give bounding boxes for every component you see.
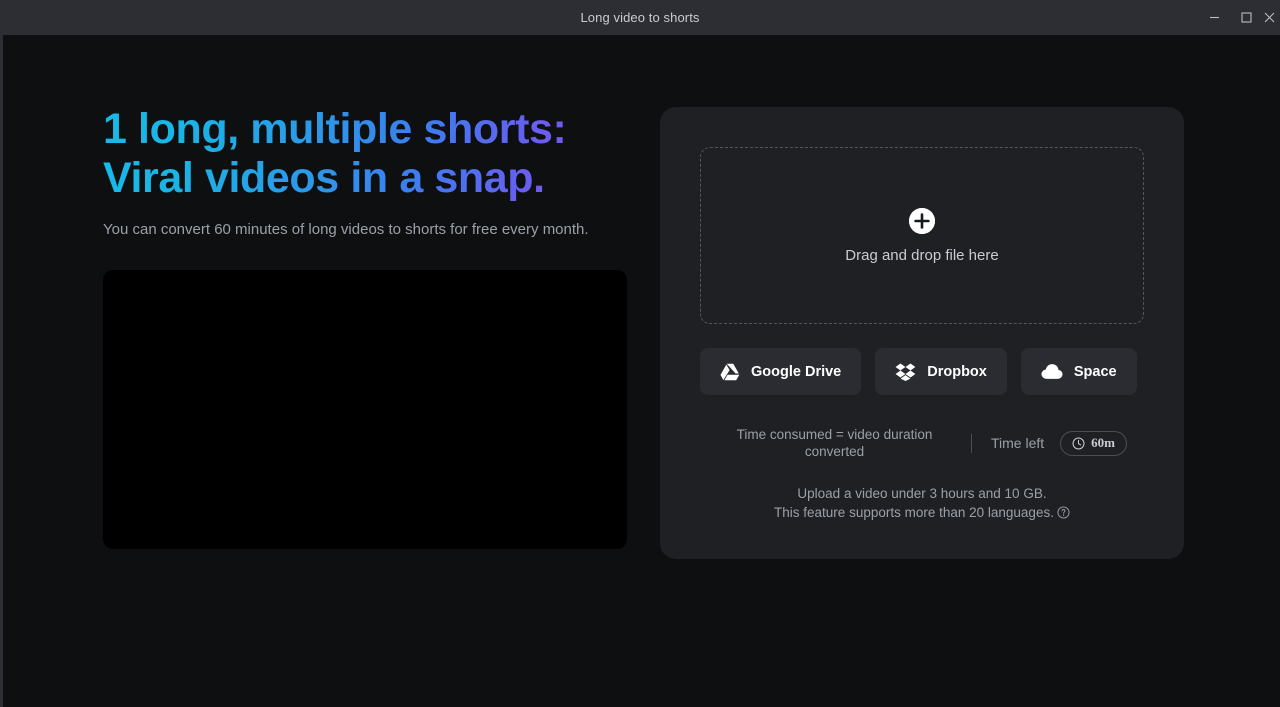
window-title: Long video to shorts [580, 10, 700, 25]
video-preview-placeholder[interactable] [103, 270, 627, 549]
page-title: 1 long, multiple shorts: Viral videos in… [103, 105, 643, 203]
maximize-icon [1240, 12, 1252, 23]
dropbox-icon [895, 363, 916, 381]
upload-note-line2-wrap: This feature supports more than 20 langu… [700, 503, 1144, 522]
google-drive-button[interactable]: Google Drive [700, 348, 862, 395]
cloud-icon [1041, 363, 1063, 380]
service-buttons: Google Drive Dropbox Space [700, 348, 1144, 395]
dropbox-label: Dropbox [927, 363, 987, 380]
hero-section: 1 long, multiple shorts: Viral videos in… [103, 105, 630, 549]
question-circle-icon[interactable] [1057, 506, 1070, 519]
time-left-badge: 60m [1060, 430, 1127, 456]
file-dropzone[interactable]: Drag and drop file here [700, 147, 1144, 324]
close-icon [1264, 12, 1275, 23]
minimize-icon [1209, 12, 1220, 23]
space-button[interactable]: Space [1020, 348, 1137, 395]
space-label: Space [1073, 363, 1117, 380]
maximize-button[interactable] [1230, 0, 1262, 35]
window-controls [1198, 0, 1280, 35]
time-consumed-label: Time consumed = video duration converted [736, 427, 933, 459]
upload-note-line1: Upload a video under 3 hours and 10 GB. [797, 486, 1047, 501]
time-left-value: 60m [1091, 435, 1115, 450]
upload-panel: Drag and drop file here Google Drive Dro… [660, 107, 1184, 559]
upload-note-line2: This feature supports more than 20 langu… [774, 505, 1054, 520]
google-drive-label: Google Drive [751, 363, 842, 380]
plus-icon [909, 207, 935, 234]
clock-icon [1072, 437, 1085, 450]
dropzone-label: Drag and drop file here [845, 246, 999, 264]
close-button[interactable] [1262, 0, 1280, 35]
google-drive-icon [720, 363, 740, 381]
hero-subtitle: You can convert 60 minutes of long video… [103, 221, 589, 238]
main-content: 1 long, multiple shorts: Viral videos in… [3, 35, 1280, 707]
app-body: 1 long, multiple shorts: Viral videos in… [0, 35, 1280, 707]
time-info-row: Time consumed = video duration converted… [700, 426, 1144, 460]
time-left-label: Time left [991, 435, 1045, 451]
window-titlebar: Long video to shorts [0, 0, 1280, 35]
minimize-button[interactable] [1198, 0, 1230, 35]
upload-note: Upload a video under 3 hours and 10 GB. … [700, 484, 1144, 522]
vertical-divider [971, 433, 972, 453]
dropbox-button[interactable]: Dropbox [875, 348, 1007, 395]
